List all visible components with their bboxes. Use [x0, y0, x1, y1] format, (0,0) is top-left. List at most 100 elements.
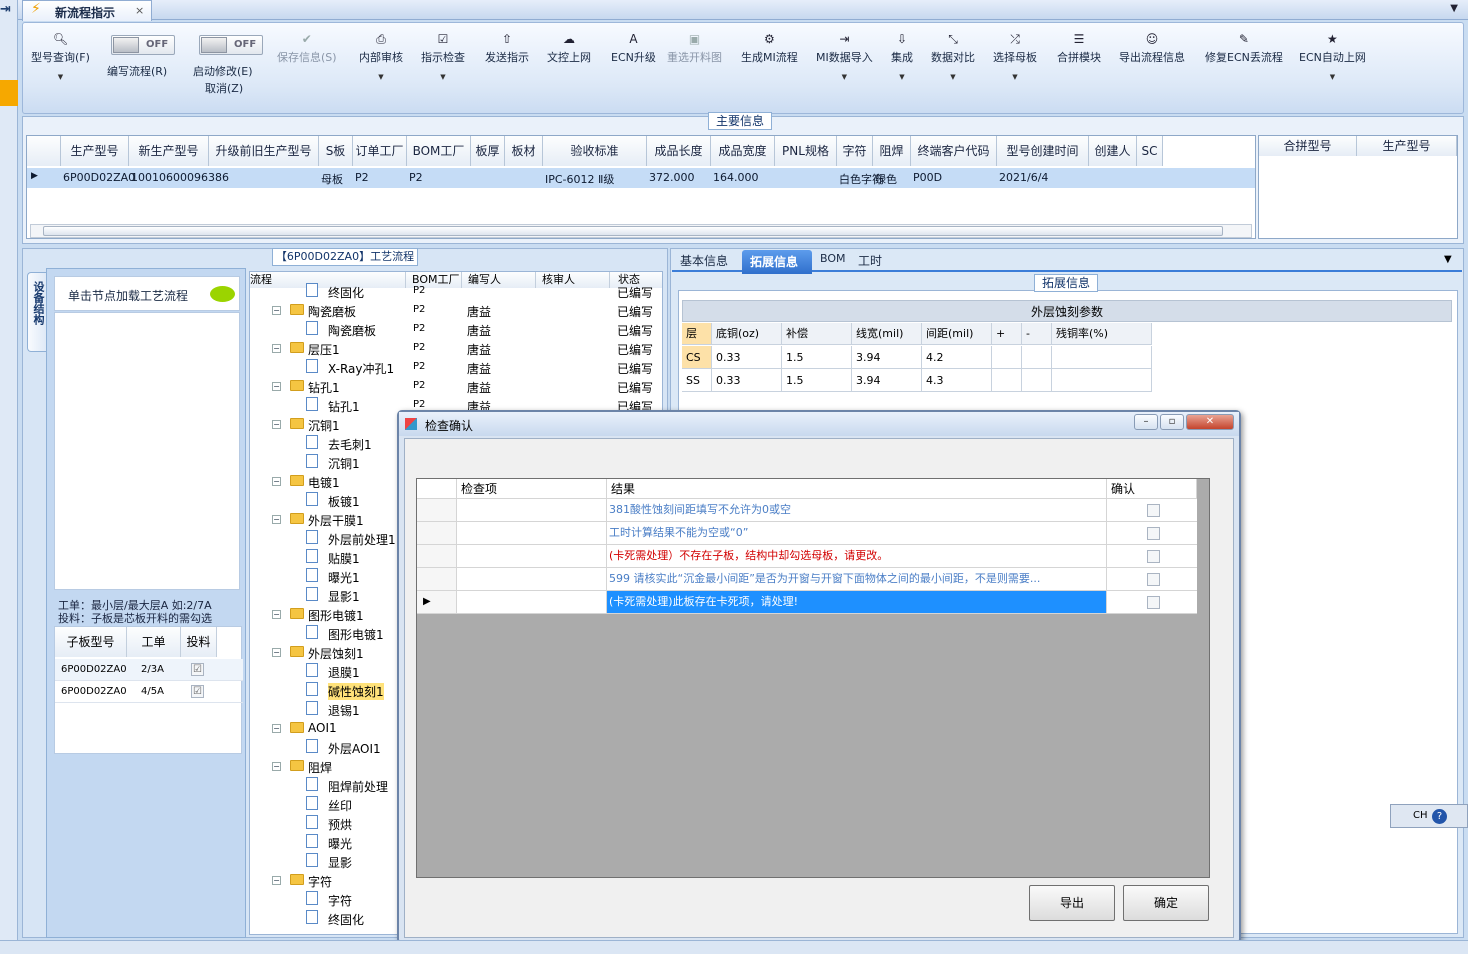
tab-menu-icon[interactable]: ▼: [1450, 3, 1458, 14]
etch-cell[interactable]: 3.94: [852, 369, 922, 392]
collapse-icon[interactable]: −: [272, 477, 281, 486]
column-header[interactable]: 生产型号: [61, 136, 129, 166]
collapse-icon[interactable]: −: [272, 648, 281, 657]
etch-cell[interactable]: SS: [682, 369, 712, 392]
column-header[interactable]: 板材: [505, 136, 543, 166]
column-header[interactable]: 验收标准: [543, 136, 647, 166]
collapse-icon[interactable]: −: [272, 382, 281, 391]
tree-node[interactable]: X-Ray冲孔1 P2 唐益 已编写: [250, 358, 662, 377]
etch-cell[interactable]: [1052, 369, 1152, 392]
etch-cell[interactable]: 0.33: [712, 369, 782, 392]
tree-node[interactable]: − 陶瓷磨板 P2 唐益 已编写: [250, 301, 662, 320]
left-strip-active-item[interactable]: [0, 80, 18, 106]
column-header[interactable]: 订单工厂: [353, 136, 407, 166]
confirm-checkbox[interactable]: [1147, 527, 1160, 540]
row-header[interactable]: [417, 499, 457, 522]
ribbon-button-4[interactable]: ☁ 文控上网: [547, 31, 591, 65]
table-row[interactable]: 工时计算结果不能为空或“0”: [417, 522, 1197, 545]
check-result-grid[interactable]: 检查项 结果 确认 381酸性蚀刻间距填写不允许为0或空 工时计算结果不能为空或“…: [416, 478, 1210, 878]
fed-checkbox[interactable]: ☑: [191, 663, 204, 676]
row-header[interactable]: [417, 522, 457, 545]
confirm-checkbox[interactable]: [1147, 596, 1160, 609]
sub-board-grid[interactable]: 子板型号 工单 投料 6P00D02ZA0 2/3A ☑ 6P00D02ZA0 …: [54, 626, 243, 754]
etch-cell[interactable]: 1.5: [782, 369, 852, 392]
ribbon-button-1[interactable]: ⎙ 内部审核 ▼: [359, 31, 403, 81]
ribbon-button-5[interactable]: A ECN升级: [611, 31, 656, 65]
ribbon-button-9[interactable]: ⇩ 集成 ▼: [891, 31, 913, 81]
etch-cell[interactable]: 4.2: [922, 346, 992, 369]
tab-basic-info[interactable]: 基本信息: [680, 252, 728, 269]
tree-node[interactable]: 终固化 P2 已编写: [250, 282, 662, 301]
column-header[interactable]: 字符: [837, 136, 873, 166]
tab-work-hours[interactable]: 工时: [858, 252, 882, 269]
row-header[interactable]: ▶: [417, 591, 457, 614]
etch-cell[interactable]: [992, 369, 1022, 392]
ribbon-button-8[interactable]: ⇥ MI数据导入 ▼: [816, 31, 873, 81]
collapse-icon[interactable]: −: [272, 610, 281, 619]
column-header[interactable]: 型号创建时间: [997, 136, 1089, 166]
ribbon-button-2[interactable]: ☑ 指示检查 ▼: [421, 31, 465, 81]
tree-node[interactable]: − 层压1 P2 唐益 已编写: [250, 339, 662, 358]
column-header[interactable]: 成品宽度: [711, 136, 775, 166]
column-header[interactable]: 终端客户代码: [911, 136, 997, 166]
column-header[interactable]: 成品长度: [647, 136, 711, 166]
collapse-icon[interactable]: −: [272, 515, 281, 524]
maximize-button[interactable]: ▫: [1160, 414, 1184, 430]
ok-button[interactable]: 确定: [1123, 885, 1209, 921]
table-row[interactable]: ▶ (卡死需处理)此板存在卡死项，请处理!: [417, 591, 1197, 614]
row-header[interactable]: [417, 545, 457, 568]
etch-params-grid[interactable]: 层底铜(oz) 补偿 线宽(mil) 间距(mil) + - 残铜率(%) CS 0.33 1.5…: [682, 323, 1152, 393]
collapse-icon[interactable]: −: [272, 762, 281, 771]
tab-device-structure[interactable]: 设备结构: [27, 272, 47, 352]
table-row[interactable]: 599 请核实此“沉金最小间距”是否为开窗与开窗下面物体之间的最小间距，不是则需…: [417, 568, 1197, 591]
ribbon-button-12[interactable]: ☰ 合拼模块: [1057, 31, 1101, 65]
column-header[interactable]: SC: [1137, 136, 1163, 166]
tree-node[interactable]: 陶瓷磨板 P2 唐益 已编写: [250, 320, 662, 339]
collapse-icon[interactable]: −: [272, 306, 281, 315]
etch-cell[interactable]: [1052, 346, 1152, 369]
ribbon-button-3[interactable]: ⇧ 发送指示: [485, 31, 529, 65]
write-flow-toggle[interactable]: OFF: [111, 35, 175, 55]
column-header[interactable]: 升级前旧生产型号: [209, 136, 319, 166]
table-row[interactable]: 6P00D02ZA0 4/5A ☑: [55, 681, 243, 703]
export-button[interactable]: 导出: [1029, 885, 1115, 921]
column-header[interactable]: 创建人: [1089, 136, 1137, 166]
ime-toolbar[interactable]: CH ?: [1390, 804, 1468, 828]
ribbon-button-14[interactable]: ✎ 修复ECN丢流程: [1205, 31, 1283, 65]
column-header[interactable]: BOM工厂: [407, 136, 471, 166]
cancel-button[interactable]: 取消(Z): [205, 80, 243, 96]
column-header[interactable]: 阻焊: [873, 136, 911, 166]
etch-cell[interactable]: [1022, 369, 1052, 392]
table-row[interactable]: 6P00D02ZA0 2/3A ☑: [55, 659, 243, 681]
collapse-icon[interactable]: −: [272, 344, 281, 353]
ribbon-button-7[interactable]: ⚙ 生成MI流程: [741, 31, 798, 65]
start-modify-toggle[interactable]: OFF: [199, 35, 263, 55]
tree-node[interactable]: − 钻孔1 P2 唐益 已编写: [250, 377, 662, 396]
detail-menu-icon[interactable]: ▼: [1444, 254, 1452, 265]
table-row[interactable]: (卡死需处理）不存在子板，结构中却勾选母板，请更改。: [417, 545, 1197, 568]
etch-cell[interactable]: 4.3: [922, 369, 992, 392]
ribbon-button-11[interactable]: ⤮ 选择母板 ▼: [993, 31, 1037, 81]
confirm-checkbox[interactable]: [1147, 550, 1160, 563]
column-header[interactable]: 新生产型号: [129, 136, 209, 166]
ribbon-button-15[interactable]: ★ ECN自动上网 ▼: [1299, 31, 1366, 81]
dialog-titlebar[interactable]: 检查确认: [399, 412, 1239, 436]
tab-bom[interactable]: BOM: [820, 252, 846, 265]
etch-cell[interactable]: 1.5: [782, 346, 852, 369]
column-header[interactable]: 板厚: [471, 136, 505, 166]
ribbon-button-13[interactable]: ☺ 导出流程信息: [1119, 31, 1185, 65]
logout-icon[interactable]: ⇥: [0, 2, 17, 20]
minimize-button[interactable]: –: [1134, 414, 1158, 430]
collapse-icon[interactable]: −: [272, 876, 281, 885]
tab-extended-info[interactable]: 拓展信息: [742, 250, 812, 274]
confirm-checkbox[interactable]: [1147, 573, 1160, 586]
collapse-icon[interactable]: −: [272, 420, 281, 429]
collapse-icon[interactable]: −: [272, 724, 281, 733]
etch-cell[interactable]: 3.94: [852, 346, 922, 369]
etch-cell[interactable]: [1022, 346, 1052, 369]
etch-cell[interactable]: CS: [682, 346, 712, 369]
etch-cell[interactable]: 0.33: [712, 346, 782, 369]
etch-cell[interactable]: [992, 346, 1022, 369]
table-row[interactable]: 381酸性蚀刻间距填写不允许为0或空: [417, 499, 1197, 522]
save-info-button[interactable]: ✔ 保存信息(S): [277, 31, 337, 65]
